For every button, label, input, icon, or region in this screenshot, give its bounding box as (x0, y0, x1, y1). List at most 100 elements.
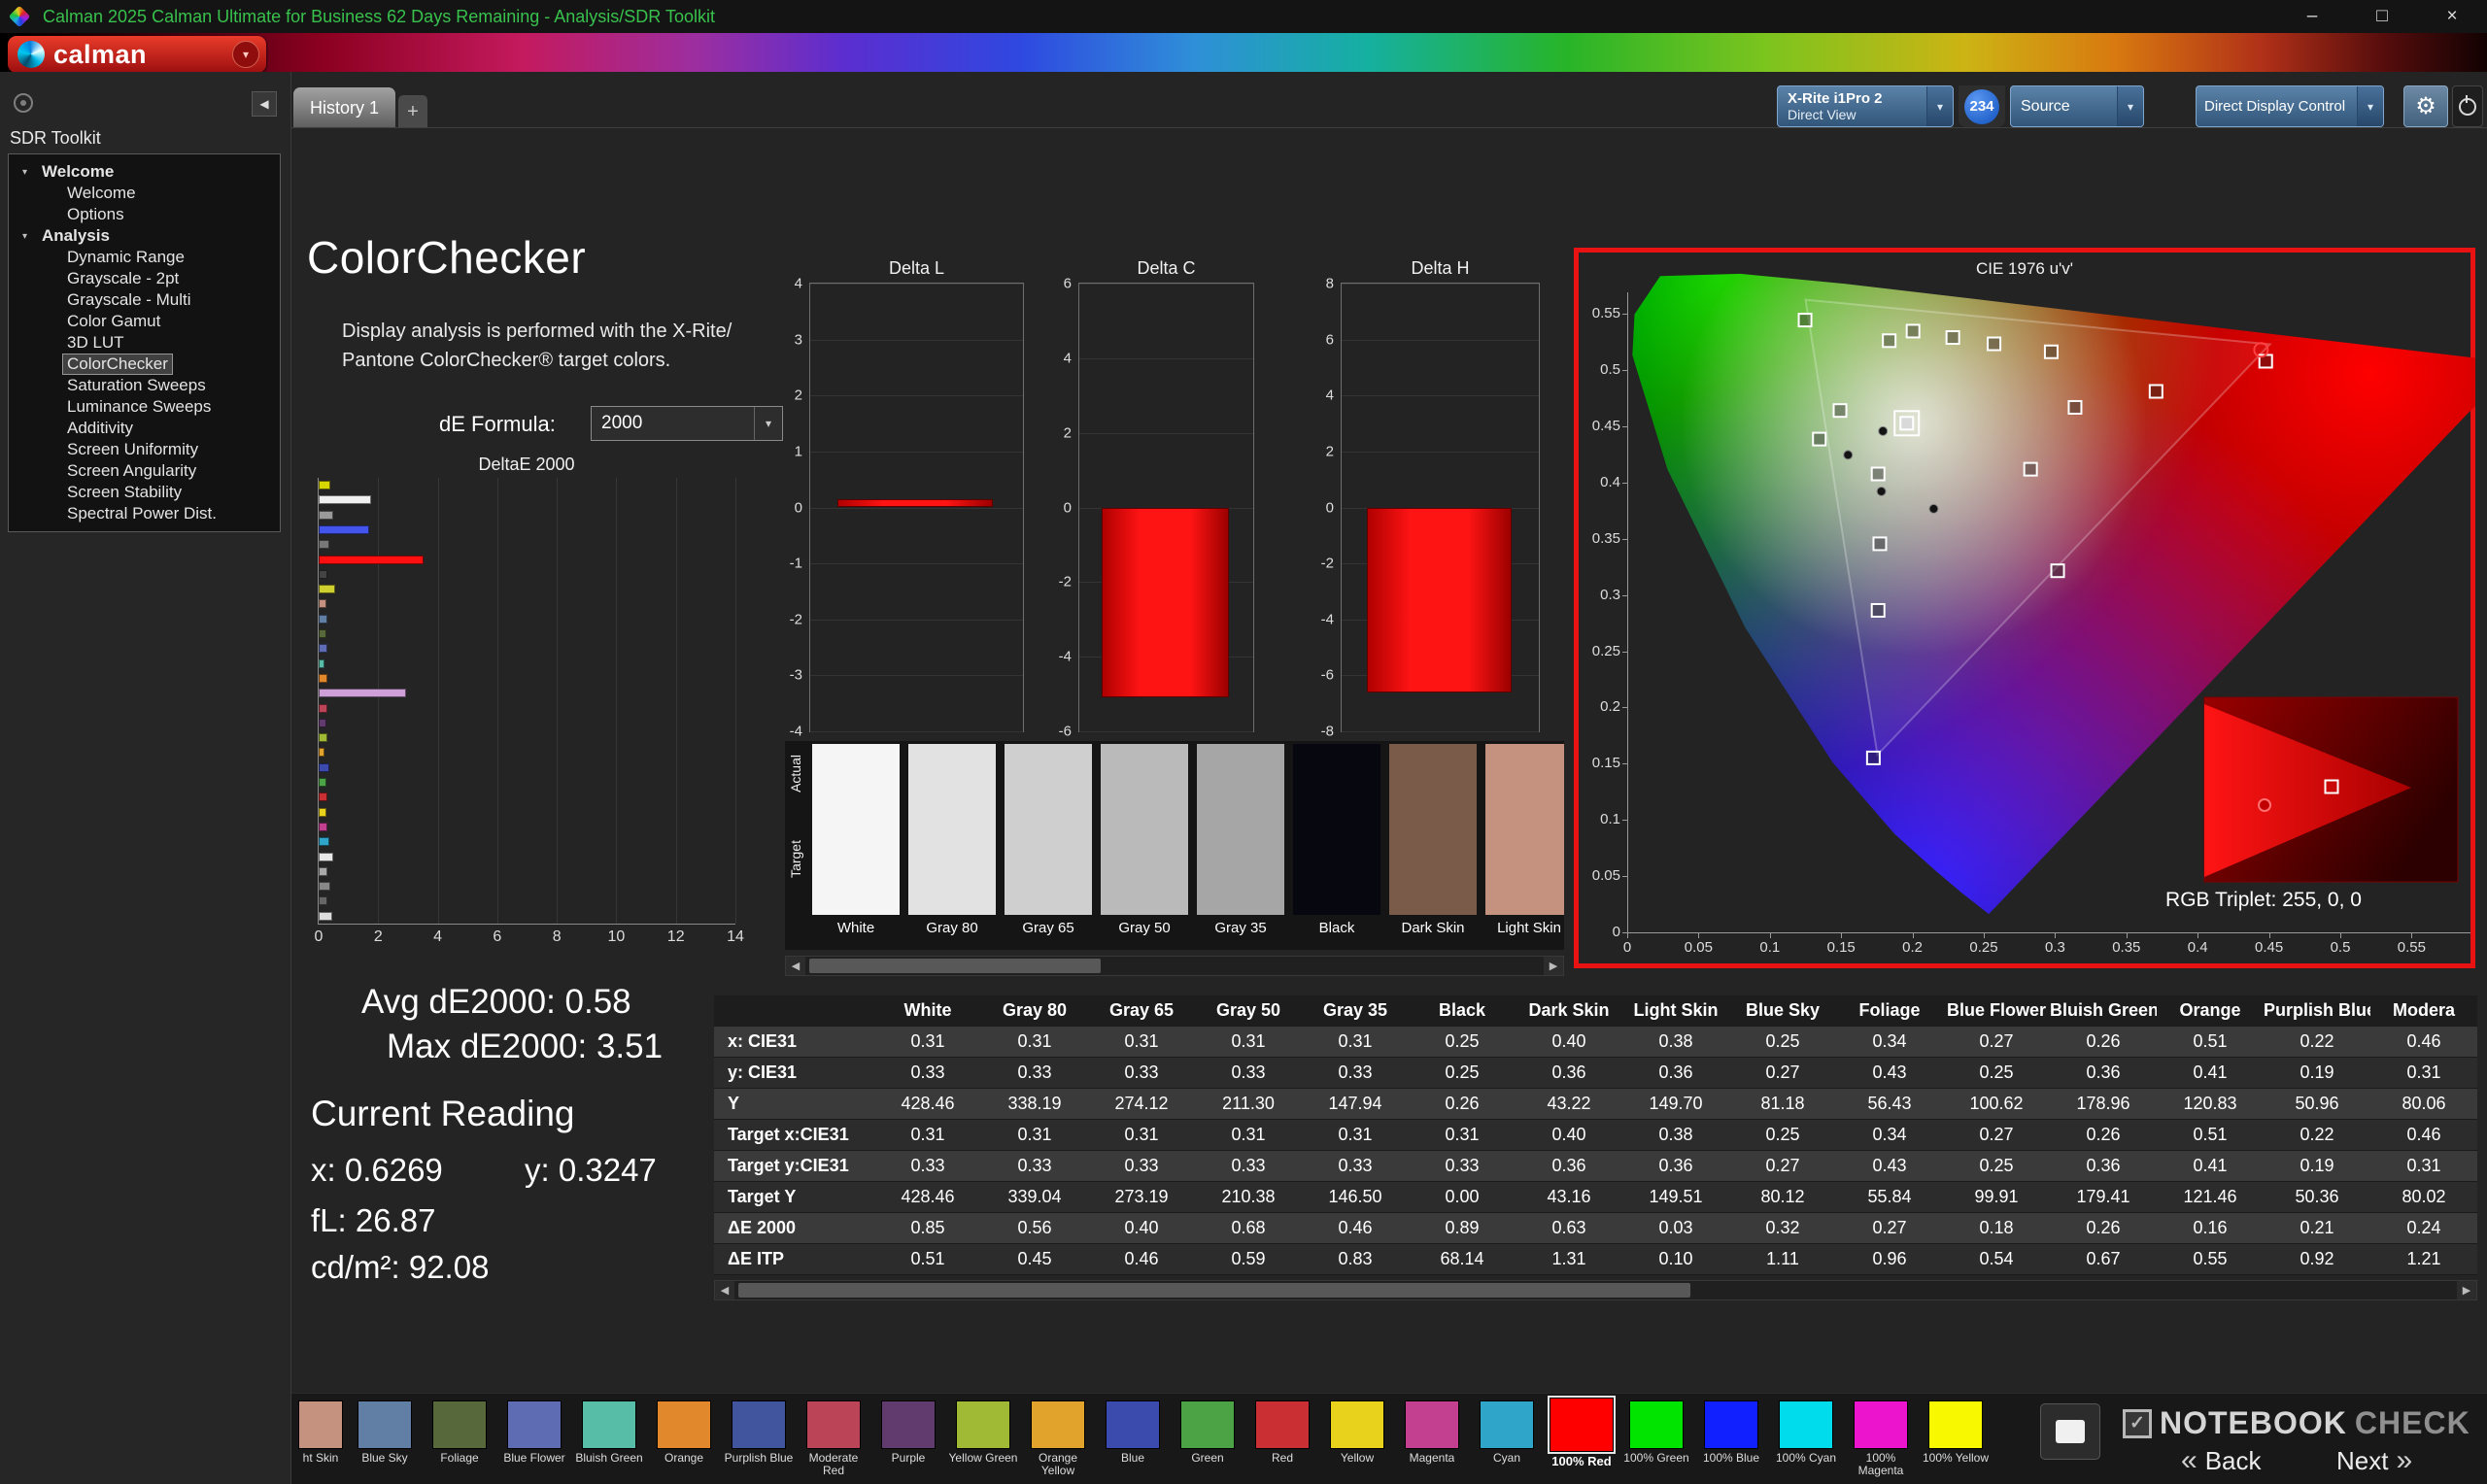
sidebar-item-analysis[interactable]: ▾ Analysis (9, 225, 280, 247)
delta-l-bar (837, 498, 994, 508)
collapse-sidebar-button[interactable]: ◀ (252, 91, 277, 117)
cie-target-marker[interactable] (1865, 750, 1881, 765)
cie-target-marker[interactable] (2050, 563, 2065, 579)
cie-y-tick-label: 0.15 (1591, 755, 1620, 772)
sidebar-item-3d-lut[interactable]: 3D LUT (9, 332, 280, 354)
scroll-left-icon[interactable]: ◀ (715, 1281, 734, 1299)
patch-button-purple[interactable]: Purple (872, 1398, 944, 1478)
sidebar-item-screen-angularity[interactable]: Screen Angularity (9, 460, 280, 482)
sidebar-item-screen-stability[interactable]: Screen Stability (9, 482, 280, 503)
meter-dropdown[interactable]: X-Rite i1Pro 2 Direct View ▾ (1777, 85, 1954, 127)
patch-button-blue[interactable]: Blue (1097, 1398, 1169, 1478)
patch-button-100-cyan[interactable]: 100% Cyan (1770, 1398, 1842, 1478)
sidebar-item-grayscale-multi[interactable]: Grayscale - Multi (9, 289, 280, 311)
patch-button-bluish-green[interactable]: Bluish Green (573, 1398, 645, 1478)
patch-button-100-magenta[interactable]: 100% Magenta (1845, 1398, 1917, 1478)
delta-h-chart: 8 6 4 2 0 -2 -4 -6 -8 (1321, 276, 1540, 740)
scroll-left-icon[interactable]: ◀ (786, 957, 805, 975)
sidebar-item-spectral-power-dist[interactable]: Spectral Power Dist. (9, 503, 280, 524)
cie-target-marker[interactable] (1870, 602, 1886, 618)
patch-button-yellow[interactable]: Yellow (1321, 1398, 1393, 1478)
cie-target-marker[interactable] (1905, 323, 1921, 339)
patch-button-moderate-red[interactable]: Moderate Red (798, 1398, 869, 1478)
power-button[interactable] (2452, 85, 2483, 127)
display-control-dropdown[interactable]: Direct Display Control ▾ (2196, 85, 2384, 127)
patch-button-100-blue[interactable]: 100% Blue (1695, 1398, 1767, 1478)
sidebar-item-color-gamut[interactable]: Color Gamut (9, 311, 280, 332)
patch-button-red[interactable]: Red (1246, 1398, 1318, 1478)
source-dropdown[interactable]: Source ▾ (2010, 85, 2144, 127)
cie-target-marker[interactable] (1870, 466, 1886, 482)
patch-button-magenta[interactable]: Magenta (1396, 1398, 1468, 1478)
cie-y-tick-label: 0.2 (1600, 698, 1620, 716)
patch-button-100-yellow[interactable]: 100% Yellow (1920, 1398, 1992, 1478)
cie-target-marker[interactable] (1882, 333, 1897, 349)
cie-target-marker[interactable] (2067, 399, 2083, 415)
patch-button-orange[interactable]: Orange (648, 1398, 720, 1478)
patch-button-green[interactable]: Green (1172, 1398, 1244, 1478)
sidebar-item-colorchecker[interactable]: ColorChecker (9, 354, 280, 375)
calman-logo-button[interactable]: calman ▾ (8, 36, 266, 73)
sidebar-item-grayscale-2pt[interactable]: Grayscale - 2pt (9, 268, 280, 289)
patch-label: Moderate Red (808, 1452, 859, 1477)
table-cell: 0.31 (1338, 1125, 1373, 1144)
patch-button-purplish-blue[interactable]: Purplish Blue (723, 1398, 795, 1478)
patch-button-orange-yellow[interactable]: Orange Yellow (1022, 1398, 1094, 1478)
scrollbar-thumb[interactable] (738, 1283, 1690, 1298)
tab-history-1[interactable]: History 1 (293, 87, 395, 128)
cie-target-marker[interactable] (1797, 313, 1813, 328)
logo-menu-arrow-icon[interactable]: ▾ (232, 41, 259, 68)
patch-button-100-green[interactable]: 100% Green (1620, 1398, 1692, 1478)
sidebar-item-saturation-sweeps[interactable]: Saturation Sweeps (9, 375, 280, 396)
next-button[interactable]: Next » (2336, 1444, 2412, 1477)
sidebar-item-additivity[interactable]: Additivity (9, 418, 280, 439)
sidebar-item-dynamic-range[interactable]: Dynamic Range (9, 247, 280, 268)
patch-button-100-red[interactable]: 100% Red (1546, 1398, 1618, 1481)
maximize-button[interactable]: □ (2347, 0, 2417, 33)
cie-target-marker[interactable] (1832, 403, 1848, 419)
table-cell: 0.51 (910, 1249, 945, 1268)
close-button[interactable]: × (2417, 0, 2487, 33)
deltae-bar (319, 703, 328, 713)
cie-target-marker[interactable] (1872, 536, 1888, 552)
cie-target-marker[interactable] (2023, 461, 2038, 477)
sidebar-item-welcome[interactable]: ▾ Welcome (9, 161, 280, 183)
pattern-window-button[interactable] (2040, 1403, 2100, 1460)
patch-button-cyan[interactable]: Cyan (1471, 1398, 1543, 1478)
chevron-down-icon[interactable]: ▾ (1926, 86, 1953, 126)
back-button[interactable]: « Back (2181, 1444, 2262, 1477)
patch-button-blue-sky[interactable]: Blue Sky (349, 1398, 421, 1478)
patch-selection-bar: ht Skin Blue Sky Foliage Blue Flower Bluish … (291, 1393, 2487, 1484)
table-scrollbar[interactable]: ◀ ▶ (714, 1280, 2477, 1300)
cie-target-marker-selected[interactable] (1899, 416, 1915, 431)
add-tab-button[interactable]: + (398, 95, 427, 128)
collapse-triangle-icon[interactable]: ▾ (22, 167, 38, 178)
sidebar-item-welcome[interactable]: Welcome (9, 183, 280, 204)
chevron-down-icon[interactable]: ▾ (2357, 86, 2383, 126)
sidebar-item-options[interactable]: Options (9, 204, 280, 225)
patch-button-yellow-green[interactable]: Yellow Green (947, 1398, 1019, 1478)
cie-target-marker[interactable] (2148, 384, 2163, 399)
scroll-right-icon[interactable]: ▶ (1544, 957, 1563, 975)
patch-button-ht-skin[interactable]: ht Skin (295, 1398, 346, 1478)
de-formula-select[interactable]: 2000 ▾ (591, 406, 783, 441)
cie-1976-chart-panel[interactable]: CIE 1976 u'v' 0 0.05 0.1 0.15 0.2 0.25 0.3 0.35… (1574, 248, 2475, 968)
swatch-strip-scrollbar[interactable]: ◀ ▶ (785, 956, 1564, 976)
sidebar-item-screen-uniformity[interactable]: Screen Uniformity (9, 439, 280, 460)
cie-target-marker[interactable] (1987, 336, 2002, 352)
chevron-down-icon[interactable]: ▾ (754, 407, 782, 440)
scroll-right-icon[interactable]: ▶ (2457, 1281, 2476, 1299)
collapse-triangle-icon[interactable]: ▾ (22, 231, 38, 242)
sidebar-item-luminance-sweeps[interactable]: Luminance Sweeps (9, 396, 280, 418)
cie-target-marker[interactable] (2043, 344, 2059, 359)
table-cell: 0.85 (910, 1218, 945, 1237)
cie-target-marker[interactable] (1945, 330, 1960, 346)
scrollbar-thumb[interactable] (809, 959, 1101, 973)
settings-button[interactable]: ⚙ (2403, 85, 2448, 127)
chevron-down-icon[interactable]: ▾ (2117, 86, 2143, 126)
workflow-home-icon[interactable] (14, 93, 33, 113)
patch-button-foliage[interactable]: Foliage (424, 1398, 495, 1478)
minimize-button[interactable]: – (2277, 0, 2347, 33)
patch-button-blue-flower[interactable]: Blue Flower (498, 1398, 570, 1478)
cie-target-marker[interactable] (1812, 431, 1827, 447)
